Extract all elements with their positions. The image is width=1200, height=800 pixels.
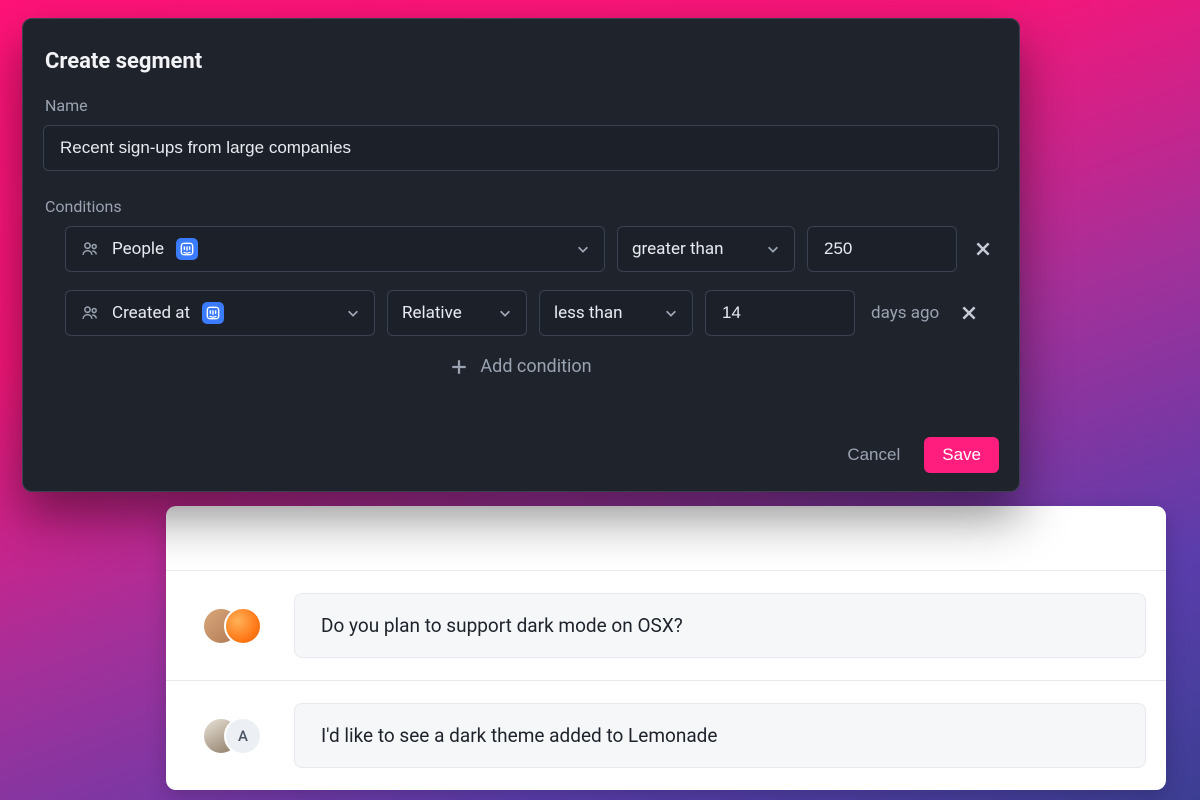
avatar-letter: A — [224, 717, 262, 755]
remove-condition-button[interactable] — [969, 235, 997, 263]
conditions-label: Conditions — [45, 197, 997, 216]
people-icon — [80, 303, 100, 323]
avatar — [224, 607, 262, 645]
condition-operator-label: greater than — [632, 239, 724, 259]
condition-field-label: People — [112, 239, 164, 259]
feedback-text: I'd like to see a dark theme added to Le… — [294, 703, 1146, 768]
chevron-down-icon — [498, 306, 512, 320]
condition-row: Created at Relative less than — [65, 290, 997, 336]
chevron-down-icon — [576, 242, 590, 256]
modal-footer: Cancel Save — [43, 437, 999, 473]
condition-suffix: days ago — [867, 303, 943, 323]
plus-icon — [450, 358, 468, 376]
condition-mode-select[interactable]: Relative — [387, 290, 527, 336]
feedback-text: Do you plan to support dark mode on OSX? — [294, 593, 1146, 658]
save-button[interactable]: Save — [924, 437, 999, 473]
condition-field-select[interactable]: Created at — [65, 290, 375, 336]
chevron-down-icon — [766, 242, 780, 256]
feedback-row[interactable]: Do you plan to support dark mode on OSX? — [166, 570, 1166, 680]
add-condition-label: Add condition — [480, 356, 591, 377]
avatar-stack: A — [202, 714, 266, 758]
condition-field-select[interactable]: People — [65, 226, 605, 272]
condition-mode-label: Relative — [402, 303, 462, 323]
condition-operator-select[interactable]: less than — [539, 290, 693, 336]
remove-condition-button[interactable] — [955, 299, 983, 327]
people-icon — [80, 239, 100, 259]
name-label: Name — [45, 96, 997, 115]
condition-field-label: Created at — [112, 303, 190, 323]
chevron-down-icon — [346, 306, 360, 320]
create-segment-modal: Create segment Name Conditions People — [22, 18, 1020, 492]
feedback-row[interactable]: A I'd like to see a dark theme added to … — [166, 680, 1166, 790]
modal-title: Create segment — [45, 49, 997, 74]
condition-operator-select[interactable]: greater than — [617, 226, 795, 272]
feedback-card: Do you plan to support dark mode on OSX?… — [166, 506, 1166, 790]
intercom-chip-icon — [202, 302, 224, 324]
add-condition-button[interactable]: Add condition — [43, 356, 999, 377]
avatar-stack — [202, 604, 266, 648]
condition-value-input[interactable] — [807, 226, 957, 272]
cancel-button[interactable]: Cancel — [841, 439, 906, 471]
condition-operator-label: less than — [554, 303, 622, 323]
segment-name-input[interactable] — [43, 125, 999, 171]
condition-row: People greater than — [65, 226, 997, 272]
condition-value-input[interactable] — [705, 290, 855, 336]
chevron-down-icon — [664, 306, 678, 320]
intercom-chip-icon — [176, 238, 198, 260]
